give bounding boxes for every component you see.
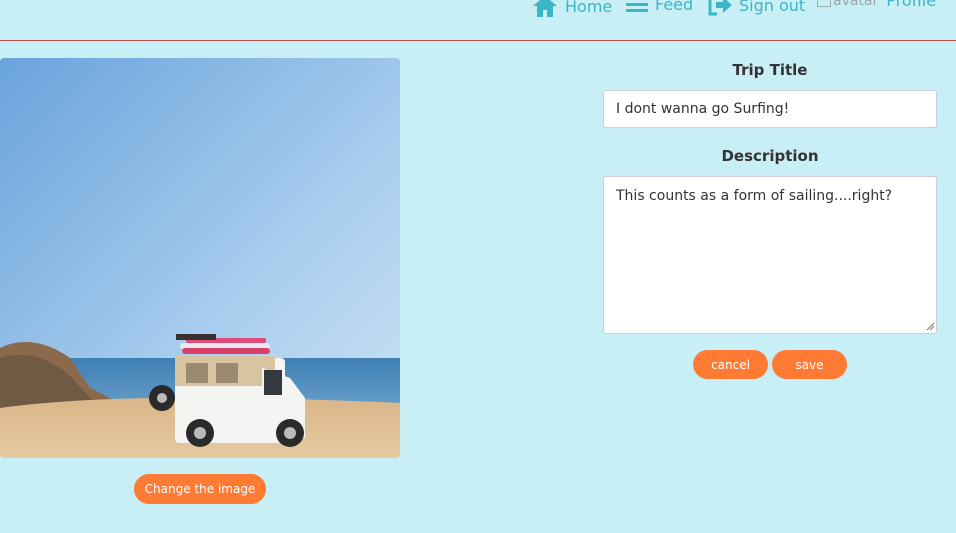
trip-title-label: Trip Title bbox=[732, 61, 808, 79]
nav-home-label: Home bbox=[565, 0, 613, 16]
avatar: avatar bbox=[817, 0, 878, 9]
save-button[interactable]: save bbox=[772, 350, 847, 379]
nav-signout[interactable]: Sign out bbox=[707, 0, 805, 16]
trip-title-input[interactable]: I dont wanna go Surfing! bbox=[603, 90, 937, 128]
menu-icon bbox=[626, 3, 648, 12]
nav-profile-label: Profile bbox=[886, 0, 937, 10]
nav-feed-label: Feed bbox=[655, 0, 694, 14]
sign-out-icon bbox=[708, 0, 732, 16]
home-icon bbox=[533, 0, 557, 17]
description-textarea[interactable]: This counts as a form of sailing....righ… bbox=[603, 176, 937, 334]
trip-photo bbox=[0, 58, 400, 458]
broken-image-icon bbox=[817, 0, 831, 7]
nav-feed[interactable]: Feed bbox=[625, 0, 693, 14]
description-label: Description bbox=[721, 147, 819, 165]
nav-home[interactable]: Home bbox=[531, 0, 612, 18]
change-image-button[interactable]: Change the image bbox=[134, 474, 266, 504]
top-navbar: Home Feed Sign out avatar Profile bbox=[0, 0, 956, 41]
nav-signout-label: Sign out bbox=[739, 0, 806, 15]
avatar-alt-text: avatar bbox=[833, 0, 879, 9]
nav-profile[interactable]: avatar Profile bbox=[817, 0, 936, 10]
resize-handle-icon[interactable] bbox=[926, 322, 935, 331]
cancel-button[interactable]: cancel bbox=[693, 350, 768, 379]
